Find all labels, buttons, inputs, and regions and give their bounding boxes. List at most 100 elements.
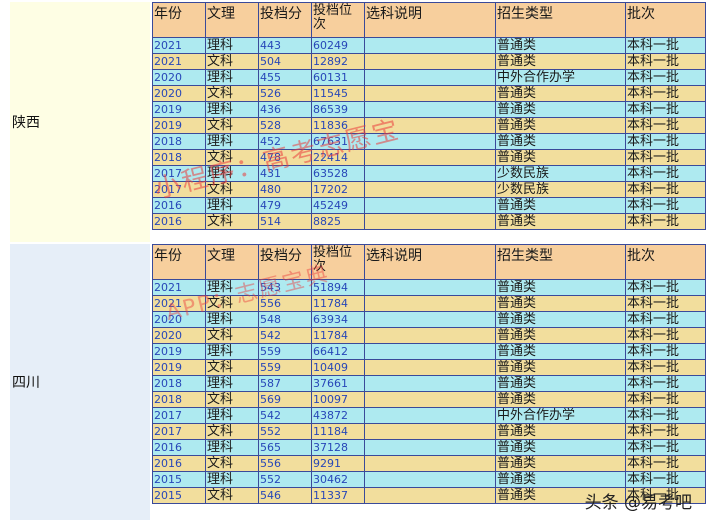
score-table-shaanxi: 年份 文理 投档分 投档位次 选科说明 招生类型 批次 2021 理科 443 60249 普通类 本科… [152,2,706,230]
cell-track: 文科 [205,53,259,70]
cell-year: 2016 [152,455,206,472]
table-row: 2021 理科 443 60249 普通类 本科一批 [152,37,706,54]
cell-batch: 本科一批 [625,423,706,440]
cell-rank: 51894 [311,279,365,296]
cell-rank: 86539 [311,101,365,118]
cell-track: 理科 [205,439,259,456]
cell-batch: 本科一批 [625,311,706,328]
cell-rank: 60131 [311,69,365,86]
table-row: 2019 文科 559 10409 普通类 本科一批 [152,359,706,376]
cell-admission-type: 普通类 [495,37,626,54]
cell-subject-note [364,311,496,328]
cell-track: 理科 [205,311,259,328]
cell-year: 2018 [152,149,206,166]
cell-admission-type: 普通类 [495,117,626,134]
cell-subject-note [364,165,496,182]
cell-rank: 9291 [311,455,365,472]
cell-admission-type: 普通类 [495,343,626,360]
cell-subject-note [364,117,496,134]
cell-admission-type: 普通类 [495,471,626,488]
cell-rank: 11545 [311,85,365,102]
cell-track: 文科 [205,327,259,344]
cell-batch: 本科一批 [625,69,706,86]
province-name: 四川 [12,375,40,391]
cell-batch: 本科一批 [625,37,706,54]
cell-score: 479 [258,197,312,214]
cell-score: 552 [258,471,312,488]
cell-batch: 本科一批 [625,279,706,296]
cell-score: 514 [258,213,312,230]
column-header-batch: 批次 [625,2,706,38]
cell-track: 文科 [205,181,259,198]
cell-admission-type: 普通类 [495,327,626,344]
cell-subject-note [364,295,496,312]
cell-batch: 本科一批 [625,439,706,456]
table-row: 2015 理科 552 30462 普通类 本科一批 [152,471,706,488]
table-row: 2018 文科 478 22414 普通类 本科一批 [152,149,706,166]
cell-subject-note [364,279,496,296]
cell-batch: 本科一批 [625,101,706,118]
cell-year: 2016 [152,213,206,230]
cell-admission-type: 普通类 [495,487,626,504]
cell-subject-note [364,391,496,408]
cell-year: 2016 [152,197,206,214]
cell-batch: 本科一批 [625,295,706,312]
cell-track: 文科 [205,85,259,102]
cell-batch: 本科一批 [625,391,706,408]
cell-score: 455 [258,69,312,86]
table-row: 2017 理科 542 43872 中外合作办学 本科一批 [152,407,706,424]
cell-batch: 本科一批 [625,359,706,376]
cell-year: 2019 [152,359,206,376]
cell-admission-type: 普通类 [495,279,626,296]
column-header-rank: 投档位次 [311,244,365,280]
cell-batch: 本科一批 [625,165,706,182]
cell-rank: 30462 [311,471,365,488]
cell-score: 504 [258,53,312,70]
table-row: 2017 文科 480 17202 少数民族 本科一批 [152,181,706,198]
column-header-subject-note: 选科说明 [364,244,496,280]
cell-year: 2020 [152,69,206,86]
cell-subject-note [364,101,496,118]
cell-admission-type: 少数民族 [495,181,626,198]
cell-subject-note [364,37,496,54]
cell-admission-type: 普通类 [495,149,626,166]
cell-rank: 63528 [311,165,365,182]
cell-track: 理科 [205,343,259,360]
cell-rank: 8825 [311,213,365,230]
cell-score: 542 [258,407,312,424]
table-row: 2018 文科 569 10097 普通类 本科一批 [152,391,706,408]
cell-subject-note [364,471,496,488]
cell-track: 理科 [205,197,259,214]
cell-batch: 本科一批 [625,343,706,360]
column-header-score: 投档分 [258,2,312,38]
cell-batch: 本科一批 [625,197,706,214]
cell-batch: 本科一批 [625,471,706,488]
cell-score: 436 [258,101,312,118]
cell-admission-type: 普通类 [495,311,626,328]
cell-rank: 10097 [311,391,365,408]
cell-score: 548 [258,311,312,328]
cell-year: 2015 [152,487,206,504]
cell-score: 546 [258,487,312,504]
cell-score: 559 [258,343,312,360]
table-header-row: 年份 文理 投档分 投档位次 选科说明 招生类型 批次 [152,244,706,280]
cell-rank: 66412 [311,343,365,360]
cell-year: 2017 [152,165,206,182]
table-row: 2018 理科 587 37661 普通类 本科一批 [152,375,706,392]
cell-year: 2021 [152,295,206,312]
cell-score: 569 [258,391,312,408]
cell-admission-type: 普通类 [495,53,626,70]
cell-score: 478 [258,149,312,166]
table-row: 2020 文科 542 11784 普通类 本科一批 [152,327,706,344]
cell-rank: 67631 [311,133,365,150]
table-row: 2020 理科 548 63934 普通类 本科一批 [152,311,706,328]
cell-batch: 本科一批 [625,327,706,344]
table-row: 2020 文科 526 11545 普通类 本科一批 [152,85,706,102]
cell-score: 542 [258,327,312,344]
column-header-admission-type: 招生类型 [495,2,626,38]
cell-rank: 11337 [311,487,365,504]
cell-track: 理科 [205,407,259,424]
cell-rank: 37661 [311,375,365,392]
cell-batch: 本科一批 [625,213,706,230]
cell-rank: 63934 [311,311,365,328]
